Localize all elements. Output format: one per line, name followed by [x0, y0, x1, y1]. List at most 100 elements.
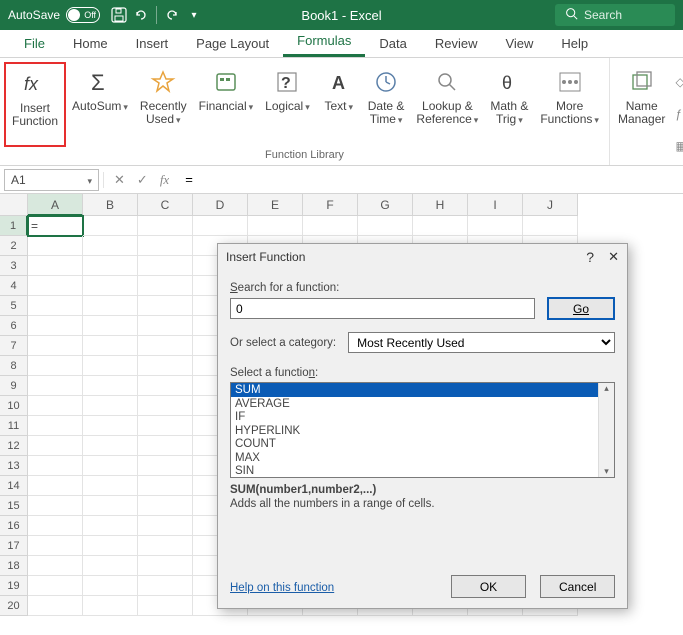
cell[interactable]	[83, 436, 138, 456]
math-trig-button[interactable]: θ Math & Trig	[484, 62, 534, 147]
more-functions-button[interactable]: More Functions	[534, 62, 605, 147]
cell[interactable]	[28, 236, 83, 256]
logical-button[interactable]: ? Logical	[259, 62, 316, 147]
row-header[interactable]: 20	[0, 596, 28, 616]
cell[interactable]	[303, 216, 358, 236]
column-header[interactable]: H	[413, 194, 468, 216]
column-header[interactable]: G	[358, 194, 413, 216]
dialog-help-icon[interactable]: ?	[586, 249, 594, 265]
redo-icon[interactable]	[161, 4, 183, 26]
row-header[interactable]: 12	[0, 436, 28, 456]
cancel-button[interactable]: Cancel	[540, 575, 615, 598]
cell[interactable]	[138, 216, 193, 236]
cell[interactable]	[83, 276, 138, 296]
select-all-corner[interactable]	[0, 194, 28, 216]
cell[interactable]	[28, 376, 83, 396]
tab-view[interactable]: View	[491, 30, 547, 57]
autosum-button[interactable]: Σ AutoSum	[66, 62, 134, 147]
cell[interactable]	[28, 336, 83, 356]
cell[interactable]	[28, 296, 83, 316]
row-header[interactable]: 14	[0, 476, 28, 496]
cell[interactable]	[28, 476, 83, 496]
save-icon[interactable]	[108, 4, 130, 26]
autosave-toggle[interactable]: Off	[66, 7, 100, 23]
tab-file[interactable]: File	[10, 30, 59, 57]
row-header[interactable]: 10	[0, 396, 28, 416]
cell[interactable]	[28, 316, 83, 336]
help-link[interactable]: Help on this function	[230, 582, 334, 594]
undo-icon[interactable]	[130, 4, 152, 26]
cell[interactable]	[468, 216, 523, 236]
cell[interactable]	[138, 296, 193, 316]
search-input[interactable]	[584, 8, 654, 22]
cell[interactable]	[83, 496, 138, 516]
cell[interactable]	[83, 316, 138, 336]
cell[interactable]	[138, 556, 193, 576]
autosave-control[interactable]: AutoSave Off	[0, 7, 108, 23]
row-header[interactable]: 15	[0, 496, 28, 516]
cell[interactable]	[83, 376, 138, 396]
name-manager-button[interactable]: Name Manager	[614, 62, 670, 166]
cell[interactable]	[138, 276, 193, 296]
function-list-item[interactable]: COUNT	[231, 437, 614, 451]
cell[interactable]	[83, 356, 138, 376]
cell[interactable]	[138, 596, 193, 616]
cell[interactable]	[28, 496, 83, 516]
cell[interactable]	[28, 436, 83, 456]
tab-insert[interactable]: Insert	[122, 30, 183, 57]
insert-function-button[interactable]: fx Insert Function	[4, 62, 66, 147]
cell[interactable]	[28, 556, 83, 576]
date-time-button[interactable]: Date & Time	[362, 62, 411, 147]
create-from-selection-button[interactable]: ▦Create f	[676, 130, 683, 162]
tab-page-layout[interactable]: Page Layout	[182, 30, 283, 57]
financial-button[interactable]: Financial	[193, 62, 260, 147]
cell[interactable]	[83, 256, 138, 276]
cell[interactable]	[83, 336, 138, 356]
recently-used-button[interactable]: Recently Used	[134, 62, 193, 147]
row-header[interactable]: 13	[0, 456, 28, 476]
cell[interactable]	[138, 376, 193, 396]
cell[interactable]	[83, 396, 138, 416]
function-list-item[interactable]: SIN	[231, 464, 614, 477]
cell[interactable]	[28, 276, 83, 296]
column-header[interactable]: J	[523, 194, 578, 216]
cell[interactable]	[138, 396, 193, 416]
cell[interactable]	[28, 596, 83, 616]
qat-dropdown-icon[interactable]: ▾	[183, 4, 205, 26]
row-header[interactable]: 9	[0, 376, 28, 396]
cell[interactable]	[83, 456, 138, 476]
cell[interactable]	[138, 416, 193, 436]
row-header[interactable]: 8	[0, 356, 28, 376]
cell[interactable]	[28, 396, 83, 416]
cell[interactable]	[358, 216, 413, 236]
tab-help[interactable]: Help	[547, 30, 602, 57]
cell[interactable]: =	[28, 216, 83, 236]
row-header[interactable]: 4	[0, 276, 28, 296]
function-list-item[interactable]: AVERAGE	[231, 397, 614, 411]
cell[interactable]	[138, 576, 193, 596]
function-list-item[interactable]: SUM	[231, 383, 614, 397]
tab-data[interactable]: Data	[365, 30, 420, 57]
column-header[interactable]: I	[468, 194, 523, 216]
row-header[interactable]: 18	[0, 556, 28, 576]
cell[interactable]	[83, 476, 138, 496]
name-box[interactable]: A1	[4, 169, 99, 191]
row-header[interactable]: 16	[0, 516, 28, 536]
ok-button[interactable]: OK	[451, 575, 526, 598]
use-in-formula-button[interactable]: ƒUse in F	[676, 98, 683, 130]
cell[interactable]	[28, 356, 83, 376]
cell[interactable]	[193, 216, 248, 236]
cell[interactable]	[138, 476, 193, 496]
tab-formulas[interactable]: Formulas	[283, 27, 365, 57]
cell[interactable]	[28, 576, 83, 596]
cell[interactable]	[28, 516, 83, 536]
cell[interactable]	[28, 456, 83, 476]
row-header[interactable]: 3	[0, 256, 28, 276]
cell[interactable]	[83, 216, 138, 236]
cell[interactable]	[83, 516, 138, 536]
enter-formula-icon[interactable]: ✓	[137, 172, 148, 188]
row-header[interactable]: 5	[0, 296, 28, 316]
cell[interactable]	[138, 316, 193, 336]
cell[interactable]	[523, 216, 578, 236]
cell[interactable]	[28, 256, 83, 276]
